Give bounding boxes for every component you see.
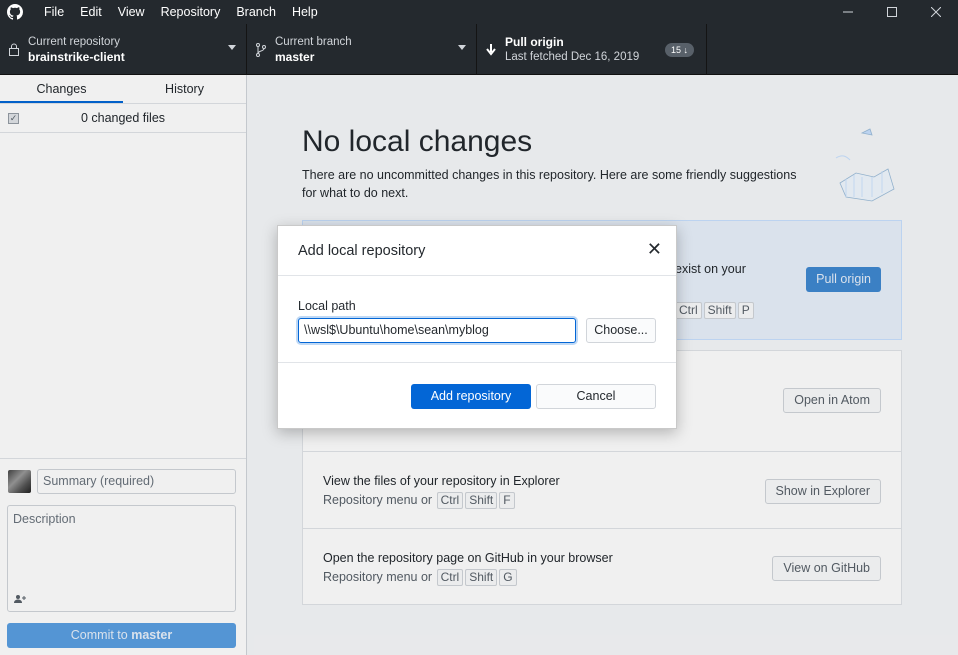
dialog-footer: Add repository Cancel [278,363,676,429]
key-g: G [499,569,517,586]
current-repository-button[interactable]: Current repository brainstrike-client [0,24,247,75]
explorer-sub-text: Repository menu or [323,493,433,507]
chevron-down-icon [228,45,236,50]
local-path-input[interactable]: \\wsl$\Ubuntu\home\sean\myblog [298,318,576,343]
current-repository-value: brainstrike-client [28,49,125,64]
github-sub: Repository menu or Ctrl Shift G [323,569,518,586]
branch-icon [247,42,275,57]
view-on-github-row: Open the repository page on GitHub in yo… [303,528,901,605]
commits-behind-badge: 15 ↓ [664,43,694,57]
add-repository-button[interactable]: Add repository [411,384,531,409]
sidebar-tabs: Changes History [0,75,246,104]
menu-bar: File Edit View Repository Branch Help [36,0,326,24]
commit-button[interactable]: Commit to master [7,623,236,648]
menu-branch[interactable]: Branch [228,0,284,24]
current-repository-label: Current repository [28,35,121,48]
view-on-github-button[interactable]: View on GitHub [772,556,881,581]
pull-origin-label: Pull origin [505,34,564,49]
menu-view[interactable]: View [110,0,153,24]
summary-input[interactable]: Summary (required) [37,469,236,494]
close-icon [931,7,941,17]
current-branch-button[interactable]: Current branch master [247,24,477,75]
title-bar: File Edit View Repository Branch Help [0,0,958,24]
pull-shortcut: Ctrl Shift P [674,302,755,319]
local-path-label: Local path [298,299,356,313]
github-title: Open the repository page on GitHub in yo… [323,551,613,565]
current-branch-label: Current branch [275,35,352,48]
github-logo-icon [0,0,30,24]
badge-count: 15 [670,45,681,55]
close-window-button[interactable] [914,0,958,24]
pull-origin-button[interactable]: Pull origin Last fetched Dec 16, 2019 15… [477,24,707,75]
key-ctrl: Ctrl [436,492,464,509]
choose-button[interactable]: Choose... [586,318,656,343]
toolbar: Current repository brainstrike-client Cu… [0,24,958,75]
page-subtitle: There are no uncommitted changes in this… [302,168,797,200]
description-placeholder: Description [13,512,76,526]
maximize-icon [887,7,897,17]
minimize-button[interactable] [826,0,870,24]
current-branch-value: master [275,49,315,64]
last-fetched-label: Last fetched Dec 16, 2019 [505,50,640,63]
explorer-title: View the files of your repository in Exp… [323,474,560,488]
github-sub-text: Repository menu or [323,570,433,584]
key-ctrl: Ctrl [675,302,702,319]
menu-repository[interactable]: Repository [153,0,229,24]
show-in-explorer-button[interactable]: Show in Explorer [764,479,881,504]
cancel-button[interactable]: Cancel [536,384,656,409]
lock-icon [0,43,28,56]
key-shift: Shift [465,492,498,509]
close-icon[interactable]: ✕ [647,239,662,259]
key-shift: Shift [703,302,736,319]
chevron-down-icon [458,45,466,50]
tab-changes[interactable]: Changes [0,75,123,103]
add-coauthor-icon[interactable] [14,594,26,607]
arrow-down-icon [477,43,505,56]
menu-file[interactable]: File [36,0,72,24]
description-textarea[interactable]: Description [7,505,236,612]
select-all-checkbox[interactable]: ✓ [8,112,19,124]
tab-history[interactable]: History [123,75,246,103]
arrow-down-small-icon: ↓ [683,45,689,55]
avatar [8,470,31,493]
open-in-atom-button[interactable]: Open in Atom [783,388,881,413]
dialog-body: Local path \\wsl$\Ubuntu\home\sean\myblo… [278,276,676,363]
sidebar: Changes History ✓ 0 changed files Summar… [0,75,247,655]
key-f: F [499,492,515,509]
show-in-explorer-row: View the files of your repository in Exp… [303,451,901,528]
explorer-sub: Repository menu or Ctrl Shift F [323,492,516,509]
key-p: P [737,302,754,319]
window-controls [826,0,958,24]
changed-files-count: 0 changed files [80,111,166,125]
add-local-repository-dialog: Add local repository ✕ Local path \\wsl$… [277,225,677,429]
commit-button-branch: master [131,628,173,642]
minimize-icon [843,11,853,13]
key-ctrl: Ctrl [436,569,464,586]
pull-suggestion-text: exist on your [675,262,746,276]
dialog-header: Add local repository ✕ [278,226,676,276]
dialog-title: Add local repository [298,243,426,259]
key-shift: Shift [465,569,498,586]
commit-button-prefix: Commit to [70,628,132,642]
pull-origin-suggestion-button[interactable]: Pull origin [806,267,881,292]
page-title: No local changes [302,125,533,158]
menu-edit[interactable]: Edit [72,0,110,24]
maximize-button[interactable] [870,0,914,24]
changes-header: ✓ 0 changed files [0,104,246,133]
empty-state-illustration [832,123,902,203]
commit-message-area: Summary (required) Description Commit to… [0,458,246,655]
menu-help[interactable]: Help [284,0,326,24]
